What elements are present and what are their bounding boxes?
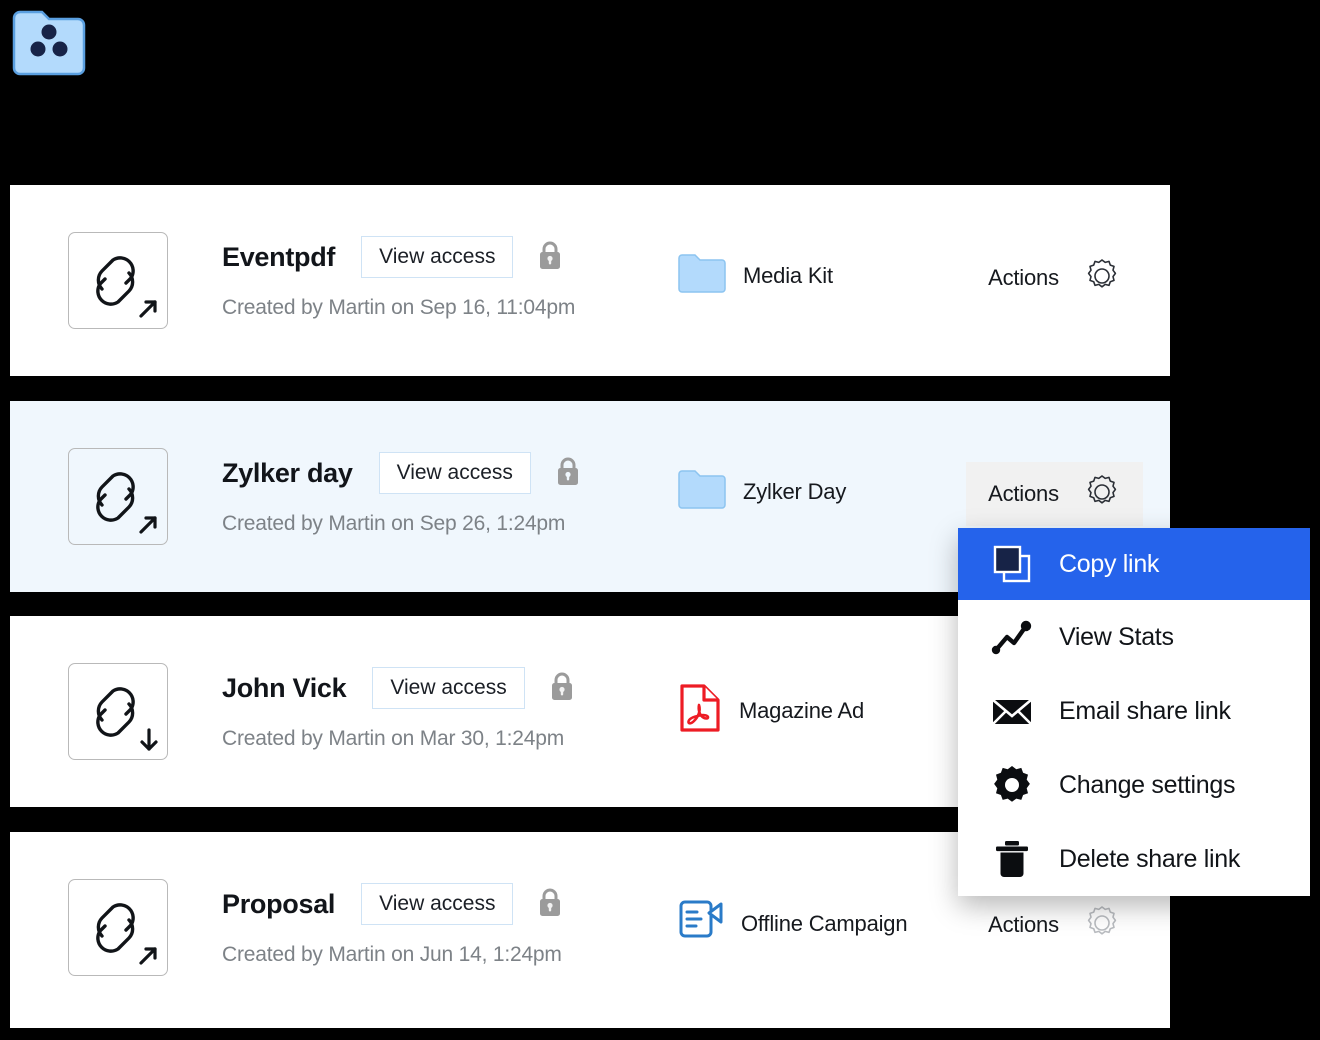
trash-icon [991,838,1033,880]
resource-label: Magazine Ad [739,697,864,723]
actions-label: Actions [988,481,1059,506]
created-by-text: Created by Martin on Jun 14, 1:24pm [222,943,562,966]
menu-item-label: View Stats [1059,622,1174,651]
row-main: Eventpdf View access Created by Martin o… [222,233,642,320]
share-link-row[interactable]: Eventpdf View access Created by Martin o… [10,185,1170,376]
pdf-icon [678,683,722,738]
title-line: Zylker day View access [222,449,642,497]
menu-item-label: Change settings [1059,770,1236,799]
menu-item-label: Delete share link [1059,844,1241,873]
gear-outline-icon [1083,904,1121,947]
folder-icon [678,252,726,299]
stats-icon [991,616,1033,658]
created-by-text: Created by Martin on Mar 30, 1:24pm [222,727,565,750]
menu-item-label: Email share link [1059,696,1231,725]
screen: Eventpdf View access Created by Martin o… [0,0,1320,1040]
folder-people-icon [10,4,88,76]
resource-label: Offline Campaign [741,910,908,936]
title-line: John Vick View access [222,664,642,712]
view-access-button[interactable]: View access [361,883,514,925]
lock-icon [535,886,565,923]
resource-label: Zylker Day [743,478,847,504]
menu-item-copy-link[interactable]: Copy link [958,528,1310,600]
actions-button[interactable]: Actions [966,893,1143,957]
envelope-icon [991,690,1033,732]
menu-item-email-share-link[interactable]: Email share link [958,674,1310,748]
gear-outline-icon [1083,257,1121,300]
menu-item-label: Copy link [1059,549,1160,578]
link-external-icon[interactable] [68,879,168,976]
actions-label: Actions [988,912,1059,937]
title-line: Eventpdf View access [222,233,642,281]
row-main: John Vick View access Created by Martin … [222,664,642,751]
campaign-icon [678,899,724,948]
link-external-icon[interactable] [68,232,168,329]
folder-icon [678,468,726,515]
share-link-title: Proposal [222,888,336,919]
share-link-title: Zylker day [222,457,353,488]
resource[interactable]: Offline Campaign [678,899,908,948]
menu-item-view-stats[interactable]: View Stats [958,600,1310,674]
resource[interactable]: Media Kit [678,252,833,299]
row-main: Zylker day View access Created by Martin… [222,449,642,536]
gear-outline-icon [1083,473,1121,516]
copy-icon [991,543,1033,585]
actions-dropdown-menu: Copy link View Stats Email share link Ch… [958,528,1310,896]
menu-item-change-settings[interactable]: Change settings [958,748,1310,822]
resource[interactable]: Zylker Day [678,468,846,515]
view-access-button[interactable]: View access [361,236,514,278]
view-access-button[interactable]: View access [372,667,525,709]
lock-icon [553,455,583,492]
actions-button[interactable]: Actions [966,462,1143,526]
resource[interactable]: Magazine Ad [678,683,864,738]
actions-label: Actions [988,265,1059,290]
created-by-text: Created by Martin on Sep 16, 11:04pm [222,296,576,319]
view-access-button[interactable]: View access [378,452,531,494]
menu-item-delete-share-link[interactable]: Delete share link [958,822,1310,896]
link-external-icon[interactable] [68,448,168,545]
resource-label: Media Kit [743,262,833,288]
title-line: Proposal View access [222,880,642,928]
lock-icon [535,239,565,276]
gear-icon [991,764,1033,806]
share-link-title: Eventpdf [222,241,336,272]
link-download-icon[interactable] [68,663,168,760]
row-main: Proposal View access Created by Martin o… [222,880,642,967]
share-link-title: John Vick [222,672,347,703]
actions-button[interactable]: Actions [966,246,1143,310]
created-by-text: Created by Martin on Sep 26, 1:24pm [222,512,566,535]
lock-icon [547,670,577,707]
